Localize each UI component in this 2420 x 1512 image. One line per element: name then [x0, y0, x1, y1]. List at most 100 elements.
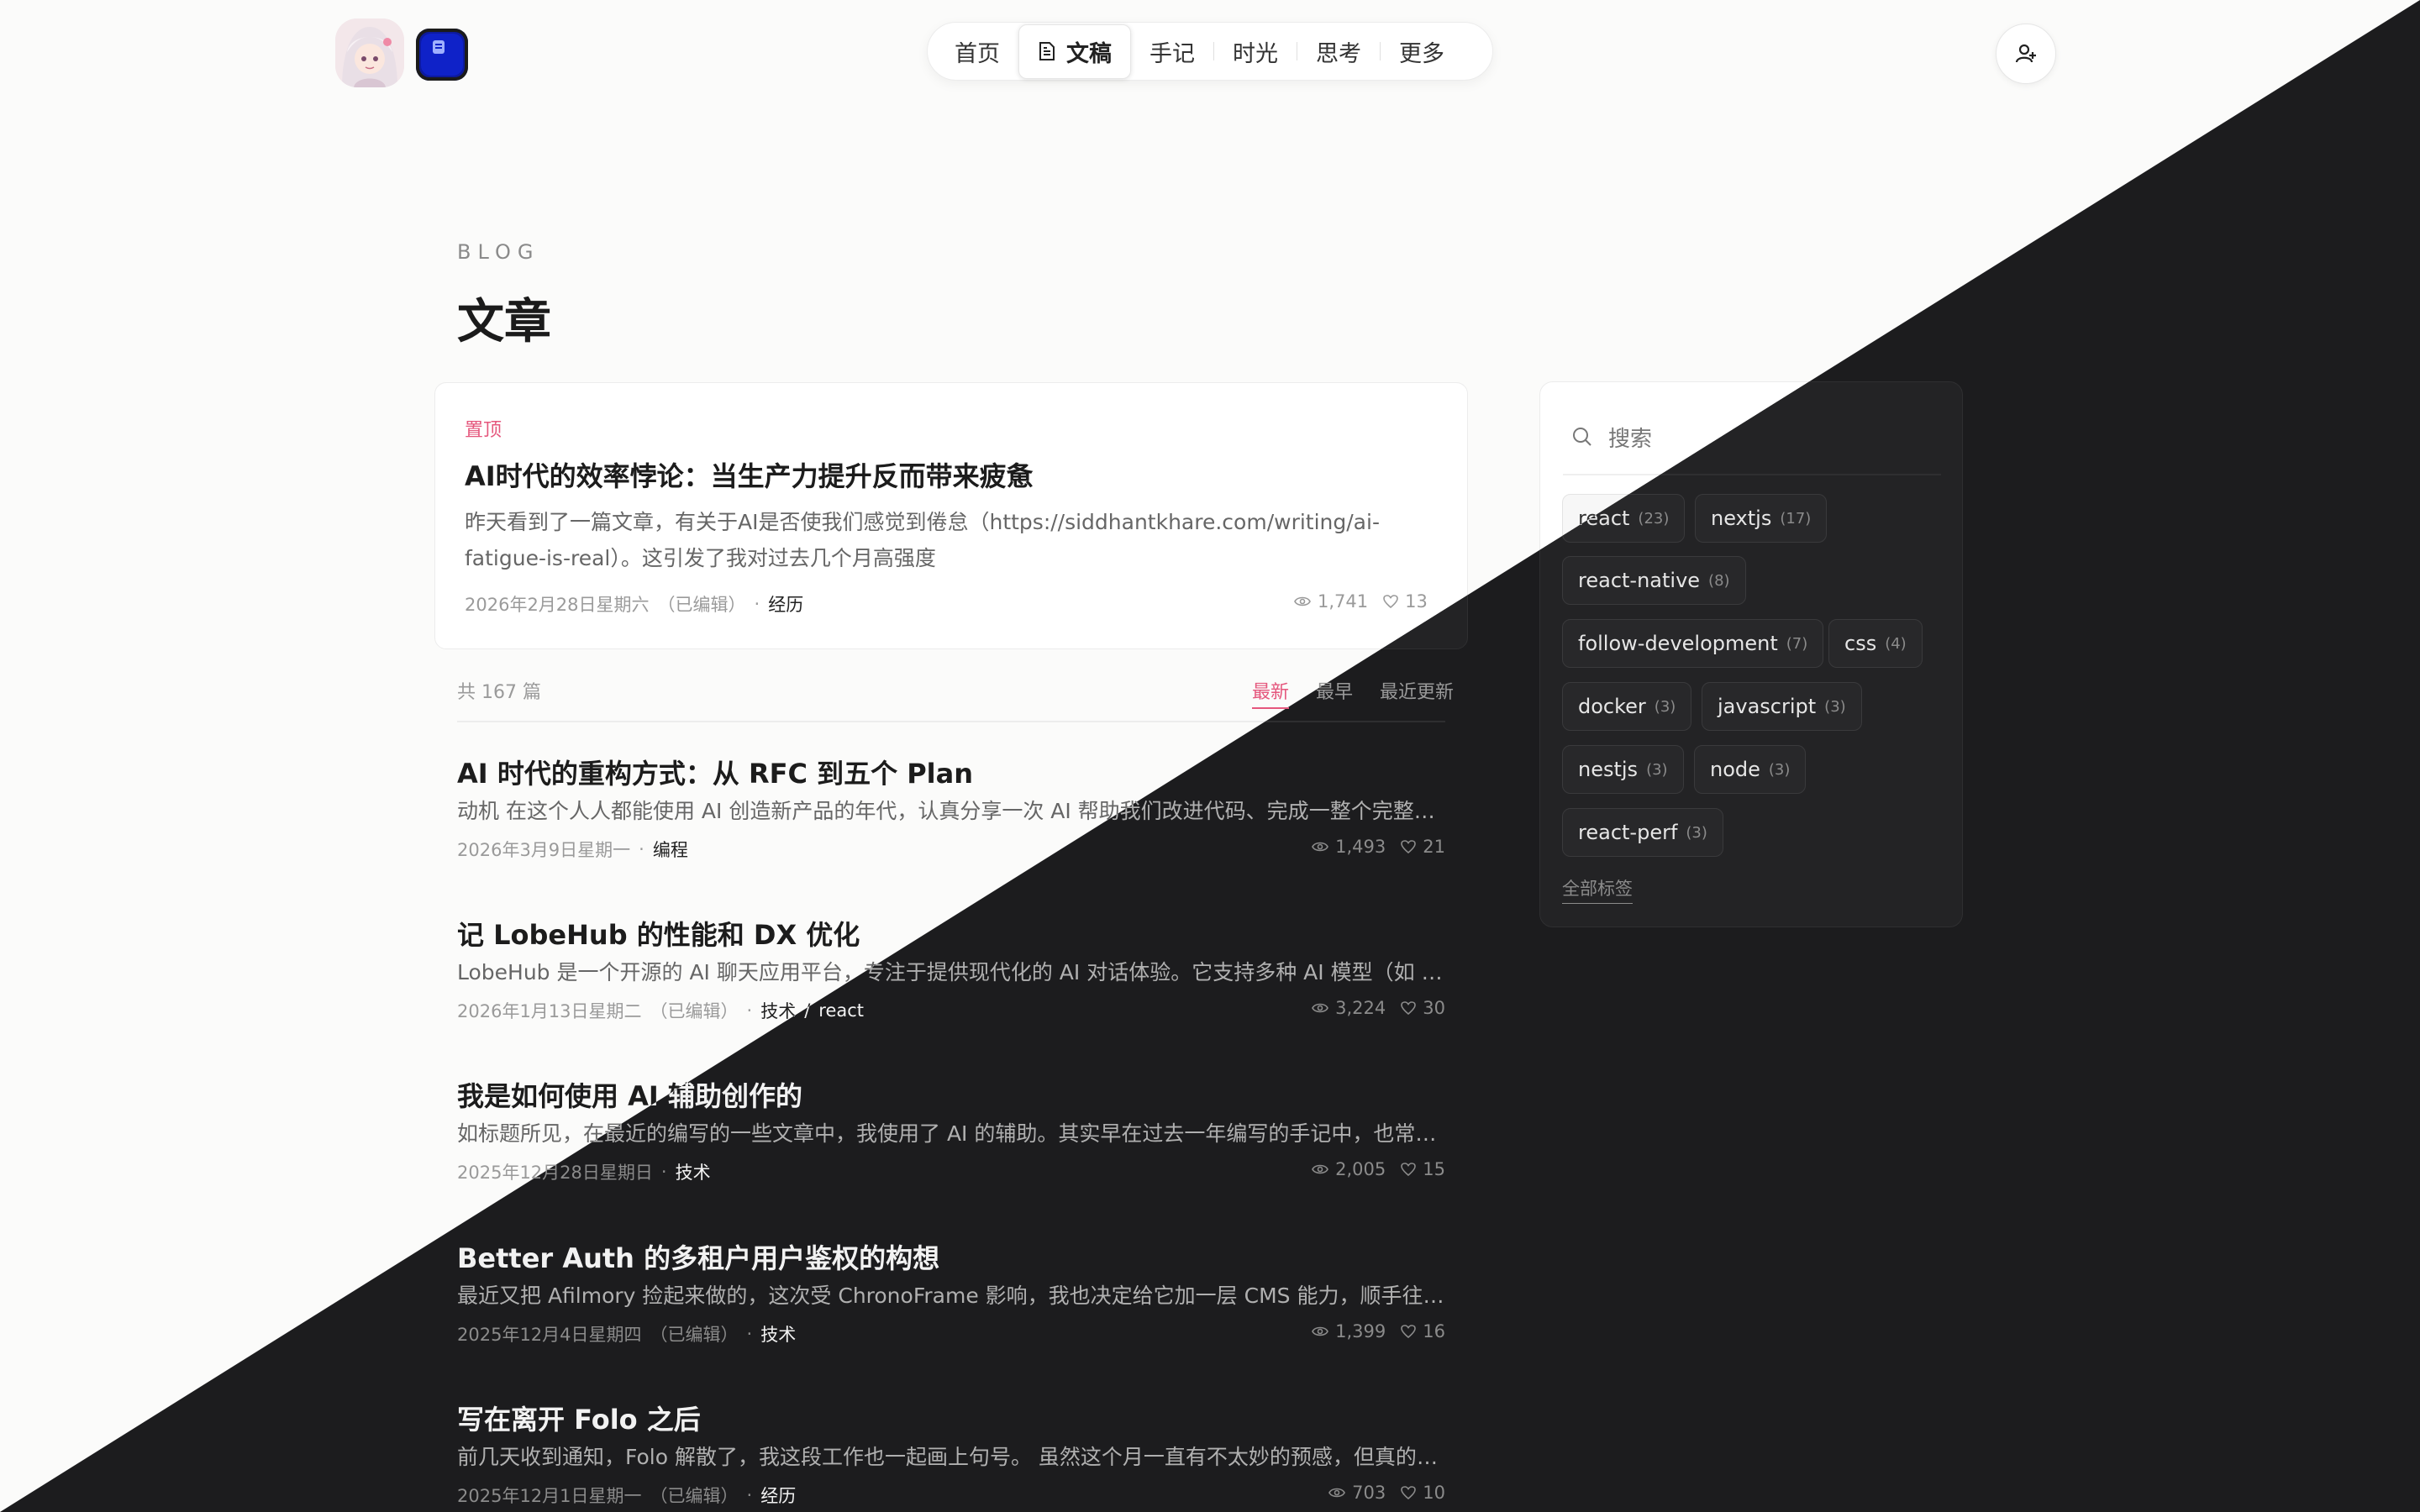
pinned-post-meta: 2026年2月28日星期六 （已编辑） · 经历 — [465, 591, 803, 617]
eye-icon — [1328, 1487, 1346, 1499]
tag-count: (3) — [1654, 697, 1676, 716]
views-count: 3,224 — [1335, 998, 1386, 1018]
nav-home-label: 首页 — [955, 40, 1000, 67]
post-stats: 703 10 — [1328, 1483, 1445, 1503]
nav-posts[interactable]: 文稿 — [1018, 24, 1131, 79]
meta-dot: · — [746, 1000, 753, 1021]
login-button[interactable] — [1996, 24, 2056, 84]
eye-icon — [1312, 841, 1329, 853]
heart-icon — [1401, 1163, 1417, 1176]
pinned-post-stats: 1,741 13 — [1294, 591, 1428, 612]
likes-stat: 15 — [1401, 1159, 1445, 1179]
post-category[interactable]: 经历 — [768, 591, 803, 617]
post-date: 2026年3月9日星期一 — [457, 840, 631, 860]
eye-icon — [1312, 1002, 1329, 1014]
pinned-post-title[interactable]: AI时代的效率悖论：当生产力提升反而带来疲惫 — [465, 455, 1034, 494]
user-plus-icon — [2014, 42, 2038, 66]
nav-posts-label: 文稿 — [1066, 40, 1112, 67]
likes-count: 10 — [1423, 1483, 1445, 1503]
post-date: 2025年12月1日星期一 — [457, 1486, 642, 1506]
sort-tab-newest[interactable]: 最新 — [1252, 677, 1290, 709]
heart-icon — [1401, 1001, 1417, 1015]
meta-dot: · — [754, 594, 760, 614]
tag-chip[interactable]: react-perf (3) — [1562, 808, 1723, 857]
post-stats: 1,493 21 — [1312, 837, 1445, 857]
meta-dot: · — [746, 1485, 753, 1505]
post-category[interactable]: 经历 — [760, 1483, 796, 1508]
post-stats: 2,005 15 — [1312, 1159, 1445, 1179]
heart-icon — [1401, 1486, 1417, 1499]
likes-stat: 16 — [1401, 1321, 1445, 1341]
likes-stat: 30 — [1401, 998, 1445, 1018]
nav-thinking-label: 思考 — [1316, 40, 1361, 67]
tag-chip[interactable]: javascript (3) — [1702, 682, 1862, 731]
tag-count: (17) — [1780, 509, 1812, 528]
app-icon[interactable] — [416, 29, 468, 81]
heart-icon — [1383, 595, 1398, 608]
avatar[interactable] — [335, 18, 404, 87]
post-excerpt: 最近又把 Afilmory 捡起来做的，这次受 ChronoFrame 影响，我… — [457, 1284, 1445, 1308]
likes-count: 16 — [1423, 1321, 1445, 1341]
views-stat: 1,493 — [1312, 837, 1386, 857]
post-category[interactable]: 编程 — [653, 837, 688, 862]
tag-chip[interactable]: nestjs (3) — [1562, 745, 1684, 794]
eye-icon — [1312, 1163, 1329, 1175]
post-list-item[interactable]: 写在离开 Folo 之后 前几天收到通知，Folo 解散了，我这段工作也一起画上… — [457, 1399, 1445, 1512]
views-count: 703 — [1352, 1483, 1386, 1503]
tag-chip[interactable]: css (4) — [1828, 619, 1923, 668]
nav-thinking[interactable]: 思考 — [1297, 25, 1380, 78]
likes-stat: 10 — [1401, 1483, 1445, 1503]
nav-timeline-label: 时光 — [1233, 40, 1278, 67]
search-placeholder: 搜索 — [1608, 426, 1653, 452]
tag-name: nextjs — [1711, 507, 1772, 530]
nav-home[interactable]: 首页 — [936, 25, 1018, 78]
likes-count: 30 — [1423, 998, 1445, 1018]
eye-icon — [1294, 596, 1311, 607]
nav-more[interactable]: 更多 — [1381, 25, 1463, 78]
likes-stat: 21 — [1401, 837, 1445, 857]
sort-tab-updated[interactable]: 最近更新 — [1380, 677, 1454, 709]
tag-chip[interactable]: node (3) — [1694, 745, 1807, 794]
post-stats: 3,224 30 — [1312, 998, 1445, 1018]
nav-notes-label: 手记 — [1150, 40, 1195, 67]
likes-stat: 13 — [1383, 591, 1428, 612]
post-meta: 2025年12月4日星期四 （已编辑） · 技术 — [457, 1321, 796, 1347]
post-date: 2026年2月28日星期六 — [465, 595, 650, 615]
nav-timeline[interactable]: 时光 — [1214, 25, 1297, 78]
views-stat: 2,005 — [1312, 1159, 1386, 1179]
tag-count: (3) — [1824, 697, 1846, 716]
post-category[interactable]: 技术 — [676, 1159, 711, 1184]
views-stat: 1,741 — [1294, 591, 1368, 612]
tag-chip[interactable]: react-native (8) — [1562, 556, 1746, 605]
likes-count: 13 — [1405, 591, 1428, 612]
tag-count: (23) — [1638, 509, 1670, 528]
nav-more-label: 更多 — [1399, 40, 1444, 67]
post-list-item[interactable]: Better Auth 的多租户用户鉴权的构想 最近又把 Afilmory 捡起… — [457, 1237, 1445, 1380]
pinned-post-excerpt: 昨天看到了一篇文章，有关于AI是否使我们感觉到倦怠（https://siddha… — [465, 510, 1380, 570]
tag-chip[interactable]: docker (3) — [1562, 682, 1692, 731]
views-count: 1,741 — [1318, 591, 1369, 612]
views-count: 1,493 — [1335, 837, 1386, 857]
edited-flag: （已编辑） — [650, 1325, 739, 1345]
post-subcategory[interactable]: react — [818, 1000, 864, 1021]
post-title[interactable]: Better Auth 的多租户用户鉴权的构想 — [457, 1237, 939, 1276]
tag-chip[interactable]: nextjs (17) — [1695, 494, 1828, 543]
post-title[interactable]: 写在离开 Folo 之后 — [457, 1399, 701, 1437]
views-count: 1,399 — [1335, 1321, 1386, 1341]
tag-count: (8) — [1708, 571, 1730, 590]
post-category[interactable]: 技术 — [760, 1321, 796, 1347]
avatar-illustration — [335, 18, 404, 87]
meta-dot: · — [639, 839, 644, 859]
page-kicker: BLOG — [457, 240, 540, 264]
tag-name: react-native — [1578, 569, 1701, 592]
likes-count: 15 — [1423, 1159, 1445, 1179]
post-title[interactable]: 记 LobeHub 的性能和 DX 优化 — [457, 914, 860, 953]
tag-chip[interactable]: follow-development (7) — [1562, 619, 1824, 668]
post-meta: 2025年12月1日星期一 （已编辑） · 经历 — [457, 1483, 796, 1508]
post-title[interactable]: AI 时代的重构方式：从 RFC 到五个 Plan — [457, 753, 973, 791]
views-count: 2,005 — [1335, 1159, 1386, 1179]
nav-notes[interactable]: 手记 — [1131, 25, 1213, 78]
eye-icon — [1312, 1326, 1329, 1337]
all-tags-link[interactable]: 全部标签 — [1562, 875, 1633, 904]
post-date: 2025年12月4日星期四 — [457, 1325, 642, 1345]
